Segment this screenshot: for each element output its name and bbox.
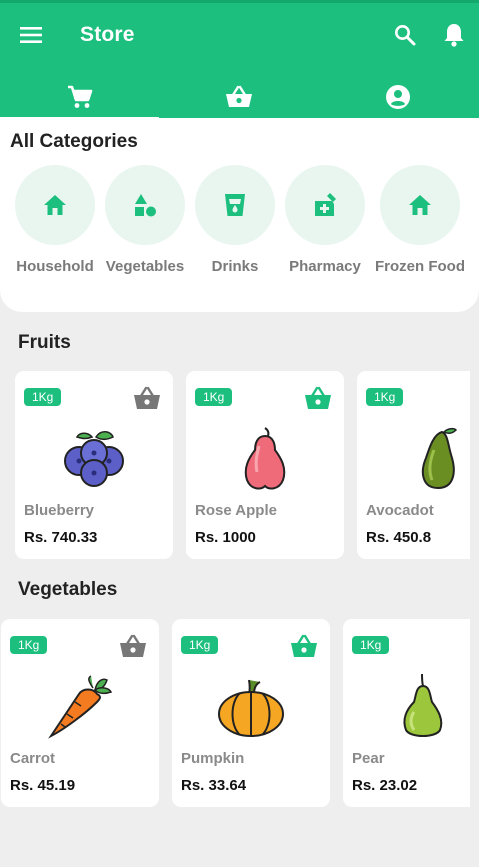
category-circle [380,165,460,245]
category-circle [15,165,95,245]
weight-badge: 1Kg [352,636,390,654]
product-card[interactable]: 1Kg Carrot Rs. 45.19 [1,619,159,807]
product-price: Rs. 45.19 [10,777,76,794]
rose-apple-image [226,423,304,495]
product-name: Pumpkin [181,750,245,767]
category-label: Household [16,258,94,275]
menu-icon[interactable] [17,21,45,49]
add-to-basket-icon[interactable] [290,633,318,659]
tab-basket[interactable] [159,73,318,121]
product-card[interactable]: 1Kg Rose Apple Rs. 1000 [186,371,344,559]
search-icon[interactable] [391,21,419,49]
cart-icon [67,85,92,108]
vegetables-title: Vegetables [18,579,118,600]
category-circle [285,165,365,245]
product-price: Rs. 33.64 [181,777,247,794]
shapes-icon [135,194,156,217]
app-bar: Store [0,0,479,121]
product-price: Rs. 740.33 [24,529,98,546]
category-circle [105,165,185,245]
tab-cart[interactable] [0,73,159,121]
basket-icon [225,85,252,107]
category-frozen-food[interactable]: Frozen Food [375,165,465,275]
home-icon [44,195,66,215]
weight-badge: 1Kg [10,636,48,654]
product-price: Rs. 450.8 [366,529,432,546]
weight-badge: 1Kg [195,388,233,406]
product-name: Carrot [10,750,56,767]
product-name: Blueberry [24,502,95,519]
product-price: Rs. 1000 [195,529,256,546]
weight-badge: 1Kg [181,636,219,654]
pumpkin-image [212,671,290,743]
home-icon [409,195,431,215]
product-card[interactable]: 1Kg Avocadot Rs. 450.8 [357,371,470,559]
account-icon [385,85,410,109]
vegetables-row[interactable]: 1Kg Carrot Rs. 45.19 1Kg Pumpkin Rs. 33.… [0,619,470,809]
categories-title: All Categories [10,131,138,152]
category-circle [195,165,275,245]
product-price: Rs. 23.02 [352,777,418,794]
category-label: Pharmacy [289,258,361,275]
carrot-image [41,671,119,743]
weight-badge: 1Kg [366,388,404,406]
category-vegetables[interactable]: Vegetables [100,165,190,275]
category-label: Frozen Food [375,258,465,275]
product-name: Pear [352,750,385,767]
page-title: Store [80,23,135,46]
category-label: Drinks [211,258,259,275]
cup-icon [225,194,245,216]
product-card[interactable]: 1Kg Pear Rs. 23.02 [343,619,470,807]
blueberry-image [55,423,133,495]
add-to-basket-icon[interactable] [119,633,147,659]
add-to-basket-icon[interactable] [133,385,161,411]
medical-bag-icon [315,193,336,216]
fruits-title: Fruits [18,332,71,353]
product-name: Avocadot [366,502,434,519]
product-card[interactable]: 1Kg Pumpkin Rs. 33.64 [172,619,330,807]
category-label: Vegetables [105,258,185,275]
notification-bell-icon[interactable] [440,21,468,49]
category-drinks[interactable]: Drinks [190,165,280,275]
avocado-image [397,423,470,495]
weight-badge: 1Kg [24,388,62,406]
pear-image [383,671,461,743]
category-household[interactable]: Household [10,165,100,275]
category-pharmacy[interactable]: Pharmacy [280,165,370,275]
product-name: Rose Apple [195,502,277,519]
product-card[interactable]: 1Kg Blueberry Rs. 740.33 [15,371,173,559]
fruits-row[interactable]: 1Kg Blueberry Rs. 740.33 1Kg Rose Apple … [0,371,470,561]
add-to-basket-icon[interactable] [304,385,332,411]
tab-account[interactable] [318,73,477,121]
